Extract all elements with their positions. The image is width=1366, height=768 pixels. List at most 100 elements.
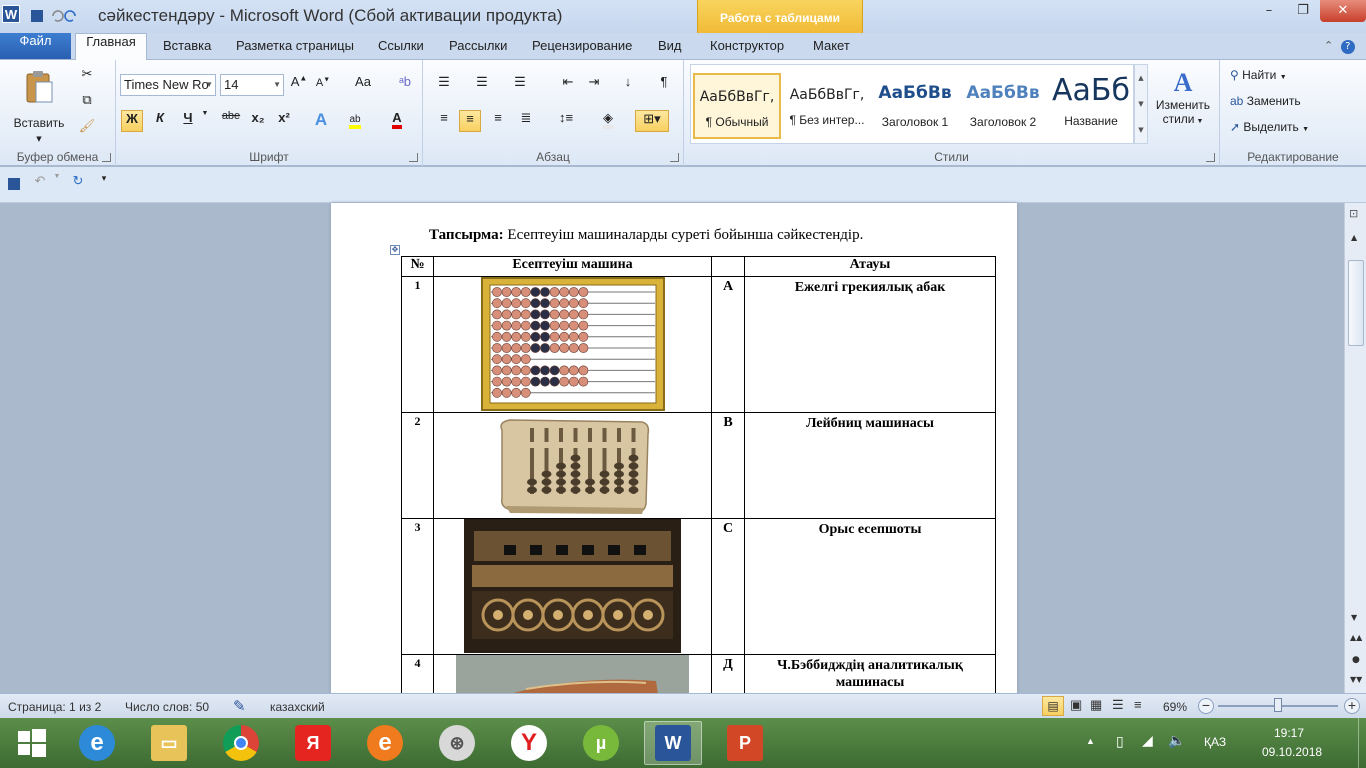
- scroll-down-icon[interactable]: ▼: [1351, 613, 1357, 622]
- full-screen-view-icon[interactable]: ▣: [1070, 697, 1082, 713]
- tab-insert[interactable]: Вставка: [163, 38, 211, 53]
- change-styles-button[interactable]: A Изменить стили ▼: [1150, 66, 1216, 146]
- leibniz-machine-image[interactable]: [464, 519, 681, 653]
- taskbar-powerpoint[interactable]: P: [716, 721, 774, 765]
- chevron-down-icon[interactable]: ▼: [1135, 91, 1147, 117]
- tray-expand-icon[interactable]: ▲: [1086, 736, 1095, 746]
- taskbar-internet-explorer[interactable]: e: [68, 721, 126, 765]
- tab-page-layout[interactable]: Разметка страницы: [236, 38, 354, 53]
- abacus-image[interactable]: [481, 277, 665, 411]
- more-icon[interactable]: ▼: [1135, 117, 1147, 143]
- help-icon[interactable]: ?: [1340, 40, 1355, 54]
- table-move-handle-icon[interactable]: ✥: [390, 245, 400, 255]
- scroll-thumb[interactable]: [1348, 260, 1364, 346]
- zoom-in-button[interactable]: +: [1344, 698, 1360, 714]
- zoom-out-button[interactable]: −: [1198, 698, 1214, 714]
- numbering-button[interactable]: ☰: [471, 74, 493, 96]
- taskbar-yandex[interactable]: Я: [284, 721, 342, 765]
- tab-mailings[interactable]: Рассылки: [449, 38, 507, 53]
- font-size-combo[interactable]: 14 ▼: [220, 74, 284, 96]
- taskbar-file-explorer[interactable]: ▭: [140, 721, 198, 765]
- tab-layout[interactable]: Макет: [813, 38, 850, 53]
- shrink-font-button[interactable]: A▼: [312, 74, 334, 96]
- redo-button[interactable]: ↻: [68, 173, 88, 195]
- document-page[interactable]: Тапсырма: Есептеуіш машиналарды суреті б…: [331, 203, 1017, 693]
- page-count[interactable]: Страница: 1 из 2: [8, 700, 101, 714]
- italic-button[interactable]: К: [149, 110, 171, 132]
- format-painter-button[interactable]: 🖌: [76, 118, 98, 140]
- minimize-button[interactable]: –: [1252, 0, 1286, 22]
- input-language[interactable]: ҚАЗ: [1204, 735, 1226, 749]
- taskbar-browser-orange[interactable]: e: [356, 721, 414, 765]
- word-app-icon[interactable]: W: [2, 5, 20, 23]
- scroll-up-icon[interactable]: ▲: [1351, 233, 1357, 242]
- outline-view-icon[interactable]: ☰: [1112, 697, 1124, 713]
- decrease-indent-button[interactable]: ⇤: [557, 74, 579, 96]
- tab-home[interactable]: Главная: [75, 33, 147, 61]
- font-color-button[interactable]: A: [386, 110, 408, 132]
- print-layout-view-button[interactable]: ▤: [1042, 696, 1064, 716]
- undo-button[interactable]: ↶: [30, 173, 50, 195]
- underline-dropdown[interactable]: ▼: [200, 110, 210, 132]
- gallery-scroll[interactable]: ▲ ▼ ▼: [1134, 64, 1148, 144]
- ruler-toggle-icon[interactable]: ⊡: [1349, 207, 1358, 220]
- style-heading-1[interactable]: АаБбВв Заголовок 1: [871, 73, 959, 139]
- show-desktop-button[interactable]: [1358, 718, 1366, 768]
- save-button[interactable]: [4, 173, 24, 195]
- taskbar-yandex-browser[interactable]: Y: [500, 721, 558, 765]
- dialog-launcher-icon[interactable]: [1206, 153, 1215, 162]
- replace-button[interactable]: ab Заменить: [1230, 94, 1301, 108]
- tab-view[interactable]: Вид: [658, 38, 682, 53]
- shading-button[interactable]: ◈: [597, 110, 619, 132]
- find-button[interactable]: ⚲ Найти ▼: [1230, 68, 1287, 82]
- tab-file[interactable]: Файл: [0, 33, 71, 59]
- maximize-button[interactable]: ❐: [1286, 0, 1320, 22]
- style-normal[interactable]: АаБбВвГг, ¶ Обычный: [693, 73, 781, 139]
- multilevel-list-button[interactable]: ☰: [509, 74, 531, 96]
- customize-qat-button[interactable]: ▾: [96, 173, 112, 195]
- align-center-button[interactable]: ≡: [459, 110, 481, 132]
- highlight-button[interactable]: ab: [344, 110, 366, 132]
- style-title[interactable]: АаБб Название: [1047, 73, 1135, 139]
- tab-design[interactable]: Конструктор: [710, 38, 784, 53]
- start-button[interactable]: [0, 721, 64, 765]
- style-no-spacing[interactable]: АаБбВвГг, ¶ Без интер...: [783, 73, 871, 139]
- dialog-launcher-icon[interactable]: [102, 153, 111, 162]
- bold-button[interactable]: Ж: [121, 110, 143, 132]
- language-indicator[interactable]: казахский: [270, 700, 325, 714]
- copy-button[interactable]: ⧉: [76, 92, 98, 114]
- text-effects-button[interactable]: A: [310, 110, 332, 132]
- select-button[interactable]: ➚ Выделить ▼: [1230, 120, 1309, 134]
- font-name-combo[interactable]: Times New Ro ▼: [120, 74, 216, 96]
- clear-formatting-button[interactable]: ᵃb: [394, 74, 416, 96]
- zoom-level[interactable]: 69%: [1163, 700, 1187, 714]
- proofing-icon[interactable]: ✎: [233, 697, 246, 715]
- vertical-scrollbar[interactable]: ⊡ ▲ ▼ ▲▲ ● ▼▼: [1344, 203, 1366, 693]
- dialog-launcher-icon[interactable]: [670, 153, 679, 162]
- zoom-slider[interactable]: [1218, 698, 1338, 712]
- next-page-icon[interactable]: ▼▼: [1350, 675, 1362, 684]
- browse-object-icon[interactable]: ●: [1352, 655, 1360, 665]
- close-button[interactable]: ✕: [1320, 0, 1366, 22]
- prev-page-icon[interactable]: ▲▲: [1350, 633, 1362, 642]
- justify-button[interactable]: ≣: [515, 110, 537, 132]
- bullets-button[interactable]: ☰: [433, 74, 455, 96]
- borders-button[interactable]: ⊞▾: [635, 110, 669, 132]
- sort-button[interactable]: ↓: [617, 74, 639, 96]
- clock-date[interactable]: 09.10.2018: [1262, 745, 1322, 759]
- underline-button[interactable]: Ч: [177, 110, 199, 132]
- line-spacing-button[interactable]: ↕≡: [555, 110, 577, 132]
- taskbar-chrome[interactable]: [212, 721, 270, 765]
- babbage-machine-image[interactable]: [456, 655, 689, 693]
- show-marks-button[interactable]: ¶: [653, 74, 675, 96]
- minimize-ribbon-icon[interactable]: ⌃: [1324, 39, 1333, 52]
- word-count[interactable]: Число слов: 50: [125, 700, 209, 714]
- subscript-button[interactable]: x₂: [247, 110, 269, 132]
- tab-review[interactable]: Рецензирование: [532, 38, 632, 53]
- undo-dropdown[interactable]: ▼: [52, 173, 62, 195]
- draft-view-icon[interactable]: ≡: [1134, 697, 1142, 712]
- zoom-slider-thumb[interactable]: [1274, 698, 1282, 712]
- battery-icon[interactable]: ▯: [1116, 733, 1124, 750]
- superscript-button[interactable]: x²: [273, 110, 295, 132]
- change-case-button[interactable]: Aa: [348, 74, 378, 96]
